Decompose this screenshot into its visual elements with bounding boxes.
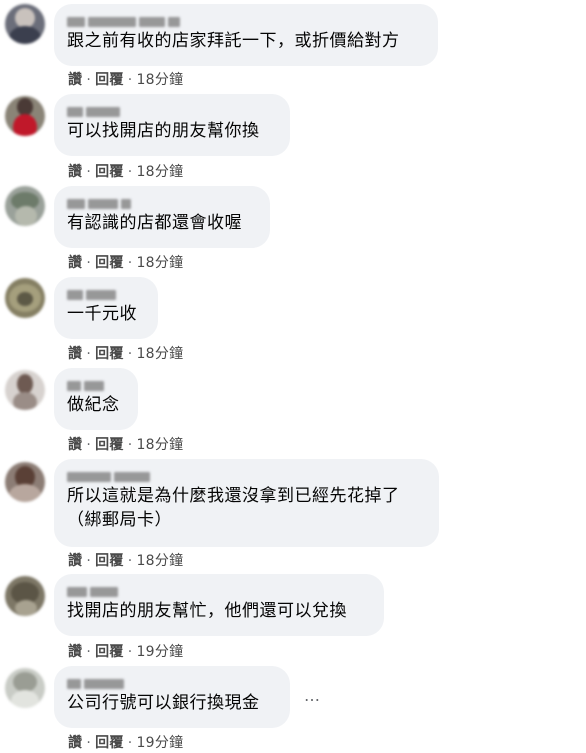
comment-timestamp[interactable]: 18分鐘 [136, 346, 183, 362]
comment-actions: 讚 · 回覆 · 18分鐘 [68, 550, 183, 570]
avatar[interactable] [5, 370, 45, 410]
commenter-name[interactable] [67, 673, 277, 689]
separator-dot: · [86, 255, 92, 271]
comment-text: 可以找開店的朋友幫你換 [67, 121, 260, 141]
commenter-name[interactable] [67, 466, 426, 482]
reply-button[interactable]: 回覆 [95, 735, 124, 751]
separator-dot: · [127, 346, 133, 362]
comment-text: 所以這就是為什麼我還沒拿到已經先花掉了 （綁郵局卡） [67, 486, 400, 530]
separator-dot: · [127, 553, 133, 569]
like-button[interactable]: 讚 [68, 735, 82, 751]
comment-bubble: 找開店的朋友幫忙，他們還可以兌換 [54, 574, 384, 636]
comment-text: 找開店的朋友幫忙，他們還可以兌換 [67, 601, 347, 621]
like-button[interactable]: 讚 [68, 553, 82, 569]
comment-actions: 讚 · 回覆 · 19分鐘 [68, 732, 183, 752]
reply-button[interactable]: 回覆 [95, 72, 124, 88]
like-button[interactable]: 讚 [68, 644, 82, 660]
comment-timestamp[interactable]: 18分鐘 [136, 164, 183, 180]
more-options-icon[interactable]: … [304, 686, 321, 705]
reply-button[interactable]: 回覆 [95, 644, 124, 660]
comment-timestamp[interactable]: 19分鐘 [136, 735, 183, 751]
avatar[interactable] [5, 96, 45, 136]
comment-timestamp[interactable]: 18分鐘 [136, 72, 183, 88]
separator-dot: · [127, 437, 133, 453]
commenter-name[interactable] [67, 193, 257, 209]
like-button[interactable]: 讚 [68, 72, 82, 88]
comment-bubble: 跟之前有收的店家拜託一下，或折價給對方 [54, 4, 438, 66]
comment-bubble: 公司行號可以銀行換現金 [54, 666, 290, 728]
comment-bubble: 一千元收 [54, 277, 158, 339]
comment-timestamp[interactable]: 19分鐘 [136, 644, 183, 660]
separator-dot: · [86, 346, 92, 362]
comment-actions: 讚 · 回覆 · 18分鐘 [68, 343, 183, 363]
like-button[interactable]: 讚 [68, 255, 82, 271]
reply-button[interactable]: 回覆 [95, 255, 124, 271]
commenter-name[interactable] [67, 11, 425, 27]
comment-actions: 讚 · 回覆 · 18分鐘 [68, 434, 183, 454]
avatar[interactable] [5, 278, 45, 318]
commenter-name[interactable] [67, 284, 145, 300]
separator-dot: · [86, 735, 92, 751]
avatar[interactable] [5, 4, 45, 44]
like-button[interactable]: 讚 [68, 346, 82, 362]
like-button[interactable]: 讚 [68, 437, 82, 453]
comment-bubble: 做紀念 [54, 368, 138, 430]
comment-bubble: 可以找開店的朋友幫你換 [54, 94, 290, 156]
comment-text: 一千元收 [67, 304, 137, 324]
separator-dot: · [86, 644, 92, 660]
avatar[interactable] [5, 462, 45, 502]
commenter-name[interactable] [67, 375, 125, 391]
comment-actions: 讚 · 回覆 · 18分鐘 [68, 252, 183, 272]
comment-text: 做紀念 [67, 395, 120, 415]
comment-actions: 讚 · 回覆 · 19分鐘 [68, 641, 183, 661]
separator-dot: · [86, 437, 92, 453]
commenter-name[interactable] [67, 581, 371, 597]
comment-actions: 讚 · 回覆 · 18分鐘 [68, 69, 183, 89]
separator-dot: · [127, 164, 133, 180]
avatar[interactable] [5, 186, 45, 226]
avatar[interactable] [5, 668, 45, 708]
reply-button[interactable]: 回覆 [95, 164, 124, 180]
commenter-name[interactable] [67, 101, 277, 117]
comment-actions: 讚 · 回覆 · 18分鐘 [68, 161, 183, 181]
comment-timestamp[interactable]: 18分鐘 [136, 437, 183, 453]
comment-timestamp[interactable]: 18分鐘 [136, 255, 183, 271]
separator-dot: · [86, 553, 92, 569]
comment-text: 有認識的店都還會收喔 [67, 213, 242, 233]
comment-timestamp[interactable]: 18分鐘 [136, 553, 183, 569]
comment-text: 跟之前有收的店家拜託一下，或折價給對方 [67, 31, 400, 51]
separator-dot: · [86, 72, 92, 88]
separator-dot: · [127, 735, 133, 751]
reply-button[interactable]: 回覆 [95, 437, 124, 453]
separator-dot: · [127, 644, 133, 660]
separator-dot: · [127, 255, 133, 271]
separator-dot: · [127, 72, 133, 88]
comment-bubble: 有認識的店都還會收喔 [54, 186, 270, 248]
like-button[interactable]: 讚 [68, 164, 82, 180]
separator-dot: · [86, 164, 92, 180]
avatar[interactable] [5, 576, 45, 616]
comment-bubble: 所以這就是為什麼我還沒拿到已經先花掉了 （綁郵局卡） [54, 459, 439, 547]
comment-text: 公司行號可以銀行換現金 [67, 693, 260, 713]
reply-button[interactable]: 回覆 [95, 346, 124, 362]
reply-button[interactable]: 回覆 [95, 553, 124, 569]
